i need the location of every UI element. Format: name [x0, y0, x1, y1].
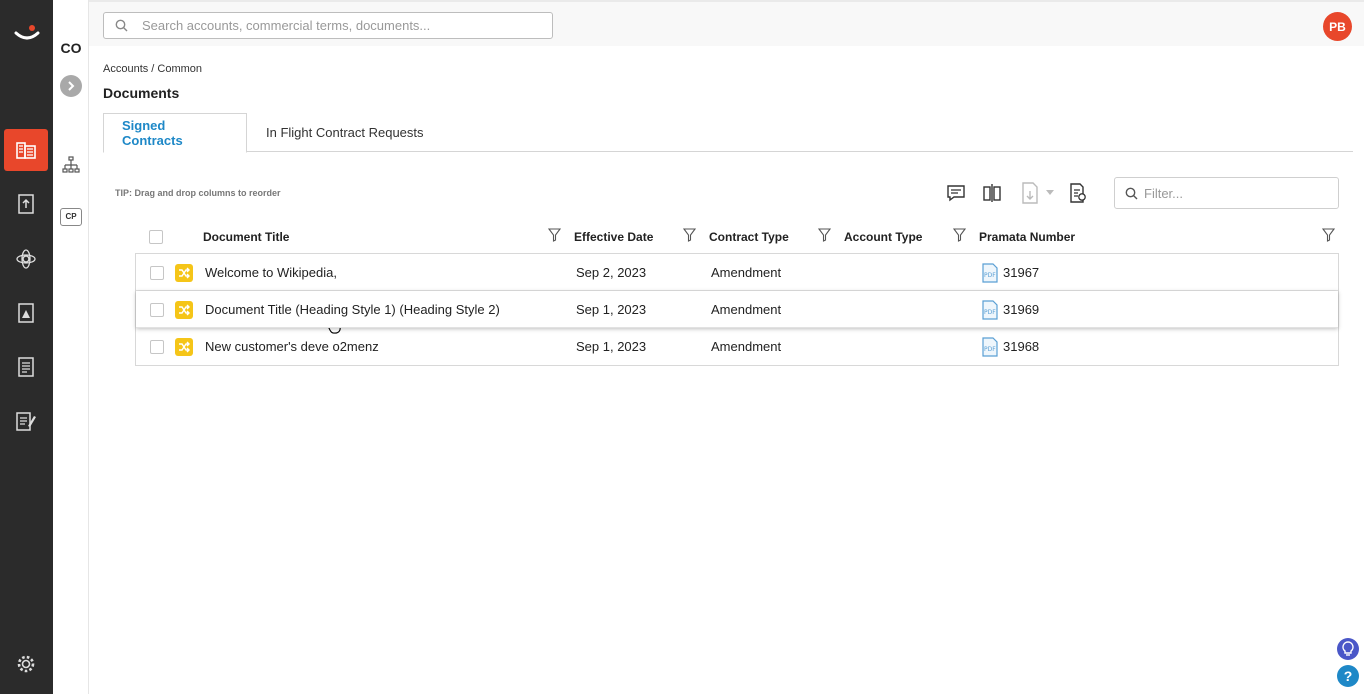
- building-icon: [16, 142, 36, 159]
- select-all-checkbox[interactable]: [149, 220, 163, 253]
- comments-button[interactable]: [944, 181, 968, 205]
- contract-type: Amendment: [711, 302, 782, 317]
- pramata-number[interactable]: 31969: [1003, 291, 1039, 328]
- table-row[interactable]: New customer's deve o2menz Sep 1, 2023 A…: [136, 328, 1338, 365]
- atom-gear-icon: [16, 249, 36, 269]
- document-title-link[interactable]: Document Title (Heading Style 1) (Headin…: [205, 291, 500, 328]
- filter-icon[interactable]: [548, 228, 561, 242]
- upload-document-icon: [18, 194, 34, 214]
- column-header-document-title[interactable]: Document Title: [203, 220, 289, 253]
- grid-header: Document Title Effective Date Contract T…: [135, 220, 1339, 253]
- hierarchy-button[interactable]: [62, 156, 80, 179]
- pdf-icon[interactable]: PDF: [981, 254, 999, 291]
- expand-panel-button[interactable]: [60, 75, 82, 97]
- grid-filter-input[interactable]: [1144, 185, 1334, 201]
- contract-type: Amendment: [711, 339, 782, 354]
- lightbulb-icon: [1342, 641, 1354, 656]
- app-window: CO CP PB Accounts / Common Documents Sig…: [0, 0, 1364, 694]
- page-title: Documents: [103, 85, 180, 101]
- main-nav-rail: [0, 0, 53, 694]
- contract-type: Amendment: [711, 265, 782, 280]
- pdf-icon[interactable]: PDF: [981, 328, 999, 365]
- amendment-badge: [175, 328, 193, 365]
- table-row[interactable]: Document Title (Heading Style 1) (Headin…: [136, 291, 1338, 328]
- comment-icon: [947, 185, 965, 202]
- edit-document-icon: [16, 412, 36, 431]
- search-icon: [115, 19, 128, 32]
- hierarchy-icon: [62, 156, 80, 173]
- nav-documents[interactable]: [4, 346, 48, 388]
- pramata-number[interactable]: 31968: [1003, 328, 1039, 365]
- shuffle-icon: [179, 267, 190, 278]
- nav-accounts[interactable]: [4, 129, 48, 171]
- account-subrail: CO CP: [53, 0, 89, 694]
- document-title-link[interactable]: New customer's deve o2menz: [205, 328, 379, 365]
- pramata-number[interactable]: 31967: [1003, 254, 1039, 291]
- document-list-icon: [18, 357, 34, 377]
- compare-button[interactable]: [980, 181, 1004, 205]
- row-checkbox[interactable]: [150, 291, 164, 328]
- cp-button[interactable]: CP: [60, 208, 82, 226]
- compare-icon: [983, 184, 1001, 202]
- column-settings-icon: [1070, 183, 1086, 203]
- pdf-icon[interactable]: PDF: [981, 291, 999, 328]
- effective-date: Sep 2, 2023: [576, 265, 647, 280]
- nav-edit[interactable]: [4, 400, 48, 442]
- effective-date: Sep 1, 2023: [576, 302, 647, 317]
- document-title-link[interactable]: Welcome to Wikipedia,: [205, 254, 337, 291]
- download-document-icon: [1022, 182, 1038, 204]
- chevron-right-icon: [68, 81, 75, 91]
- svg-text:PDF: PDF: [984, 272, 996, 279]
- column-header-contract-type[interactable]: Contract Type: [709, 220, 789, 253]
- nav-upload[interactable]: [4, 183, 48, 225]
- shuffle-icon: [179, 341, 190, 352]
- tab-in-flight-requests[interactable]: In Flight Contract Requests: [248, 113, 442, 152]
- svg-text:PDF: PDF: [984, 346, 996, 353]
- brand-logo[interactable]: [0, 14, 53, 54]
- caret-down-icon: [1046, 190, 1054, 195]
- filter-icon[interactable]: [818, 228, 831, 242]
- effective-date: Sep 1, 2023: [576, 339, 647, 354]
- global-search-input[interactable]: [142, 18, 522, 33]
- filter-icon[interactable]: [1322, 228, 1335, 242]
- row-checkbox[interactable]: [150, 254, 164, 291]
- filter-icon[interactable]: [953, 228, 966, 242]
- column-header-effective-date[interactable]: Effective Date: [574, 220, 653, 253]
- reorder-tip: TIP: Drag and drop columns to reorder: [115, 188, 281, 198]
- global-search: [103, 12, 553, 39]
- document-tabs: Signed Contracts In Flight Contract Requ…: [103, 113, 1353, 153]
- amendment-badge: [175, 254, 193, 291]
- documents-grid: Welcome to Wikipedia, Sep 2, 2023 Amendm…: [135, 253, 1339, 366]
- tips-button[interactable]: [1337, 638, 1359, 660]
- top-bar: PB: [89, 0, 1364, 46]
- amendment-badge: [175, 291, 193, 328]
- account-code: CO: [60, 40, 82, 56]
- settings-gear-icon: [17, 655, 35, 673]
- nav-atom[interactable]: [4, 238, 48, 280]
- filter-icon[interactable]: [683, 228, 696, 242]
- svg-text:PDF: PDF: [984, 309, 996, 316]
- tab-signed-contracts[interactable]: Signed Contracts: [103, 113, 247, 153]
- search-icon: [1125, 187, 1138, 199]
- column-header-pramata-number[interactable]: Pramata Number: [979, 220, 1075, 253]
- column-header-account-type[interactable]: Account Type: [844, 220, 922, 253]
- nav-settings[interactable]: [4, 643, 48, 685]
- download-menu-button[interactable]: [1017, 181, 1057, 205]
- nav-reports[interactable]: [4, 292, 48, 334]
- grid-filter: [1114, 177, 1339, 209]
- table-row[interactable]: Welcome to Wikipedia, Sep 2, 2023 Amendm…: [136, 254, 1338, 291]
- shuffle-icon: [179, 304, 190, 315]
- user-avatar[interactable]: PB: [1323, 12, 1352, 41]
- breadcrumb[interactable]: Accounts / Common: [103, 63, 202, 75]
- column-chooser-button[interactable]: [1066, 181, 1090, 205]
- help-button[interactable]: ?: [1337, 665, 1359, 687]
- row-checkbox[interactable]: [150, 328, 164, 365]
- document-chart-icon: [18, 303, 34, 323]
